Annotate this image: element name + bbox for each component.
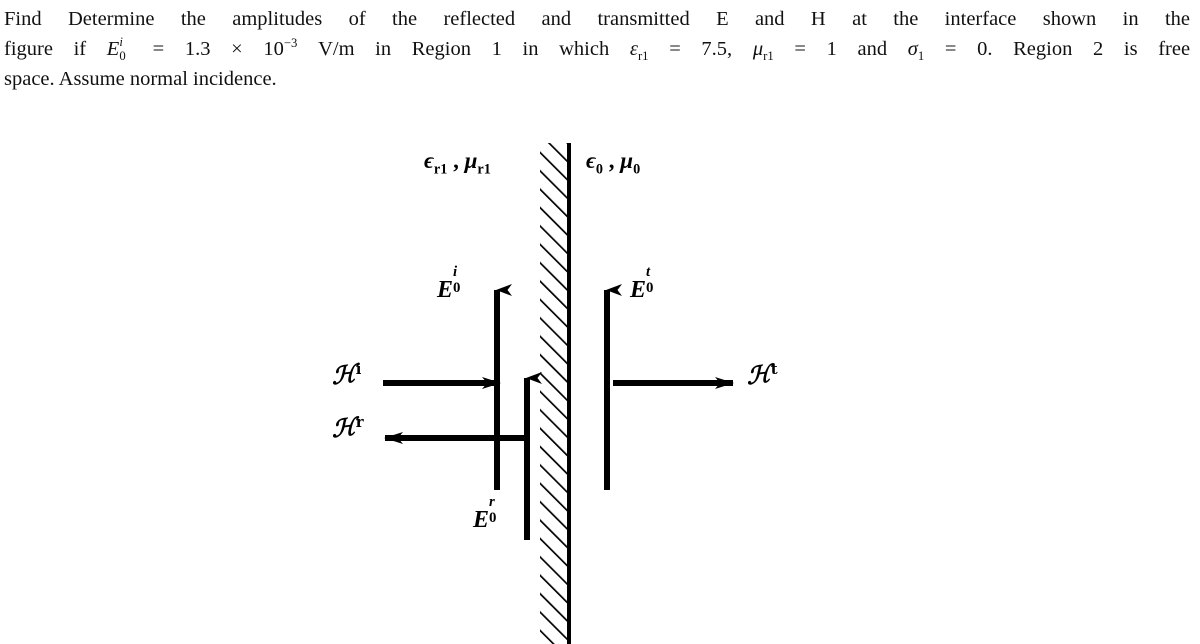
reflected-E-label: Er0 [473,493,504,534]
problem-line-2-part-b: = 1.3 × 10 [152,38,284,60]
region2-medium-label: ϵ0 , μ0 [586,148,640,177]
problem-line-3: space. Assume normal incidence. [4,68,277,90]
epsilon-r1-symbol: ε [629,38,638,60]
problem-line-1: Find Determine the amplitudes of the ref… [4,8,1190,30]
exponent-minus-three: −3 [283,36,298,51]
interface-hatching [540,143,570,644]
incident-E-base: E [437,277,454,303]
transmitted-E-base: E [630,277,647,303]
region2-epsilon-subscript: 0 [595,161,604,178]
sigma-1-subscript: 1 [917,49,925,64]
problem-line-2-part-a: figure if [4,38,87,60]
incident-H-superscript: i [355,360,362,378]
region1-label-separator: , [447,148,465,173]
problem-line-2: figure if Ei0 = 1.3 × 10−3 V/m in Region… [4,34,1190,64]
region2-epsilon-symbol: ϵ [586,148,596,173]
transmitted-H-base: ℋ [746,358,772,391]
transmitted-E-label: Et0 [630,263,661,304]
incident-E-label: Ei0 [437,263,468,304]
transmitted-H-superscript: t [770,360,778,378]
reflected-H-base: ℋ [331,411,357,444]
region2-label-separator: , [603,148,621,173]
reflected-H-superscript: r [355,413,364,431]
transmitted-H-label: ℋt [746,358,778,391]
mu-r1-subscript: r1 [763,49,774,64]
transmitted-E-indices: t0 [646,263,654,297]
epsilon-r1-subscript: r1 [637,49,649,64]
interface-diagram: ϵr1 , μr1 ϵ0 , μ0 Ei0 Er0 Et0 ℋi ℋr ℋt [0,110,1200,644]
region1-epsilon-symbol: ϵ [424,148,434,173]
incident-field-symbol: E [106,38,120,60]
problem-line-2-part-f: = 0. Region 2 is free [944,38,1191,60]
region1-medium-label: ϵr1 , μr1 [424,148,491,177]
mu-r1-symbol: μ [752,38,764,60]
reflected-E-indices: r0 [489,493,497,527]
incident-H-base: ℋ [331,358,357,391]
problem-line-2-part-e: = 1 and [794,38,888,60]
problem-line-2-part-c: V/m in Region 1 in which [318,38,610,60]
incident-E-indices: i0 [453,263,461,297]
region2-mu-symbol: μ [620,148,634,173]
reflected-E-base: E [473,507,490,533]
region1-mu-symbol: μ [464,148,478,173]
region1-epsilon-subscript: r1 [433,161,448,178]
problem-line-2-part-d: = 7.5, [669,38,733,60]
problem-statement: Find Determine the amplitudes of the ref… [4,4,1190,94]
sigma-1-symbol: σ [907,38,918,60]
region2-mu-subscript: 0 [633,161,641,178]
reflected-H-label: ℋr [331,411,364,444]
region1-mu-subscript: r1 [477,161,491,178]
incident-field-indices: i0 [119,34,126,63]
incident-H-label: ℋi [331,358,362,391]
diagram-canvas [383,143,734,644]
